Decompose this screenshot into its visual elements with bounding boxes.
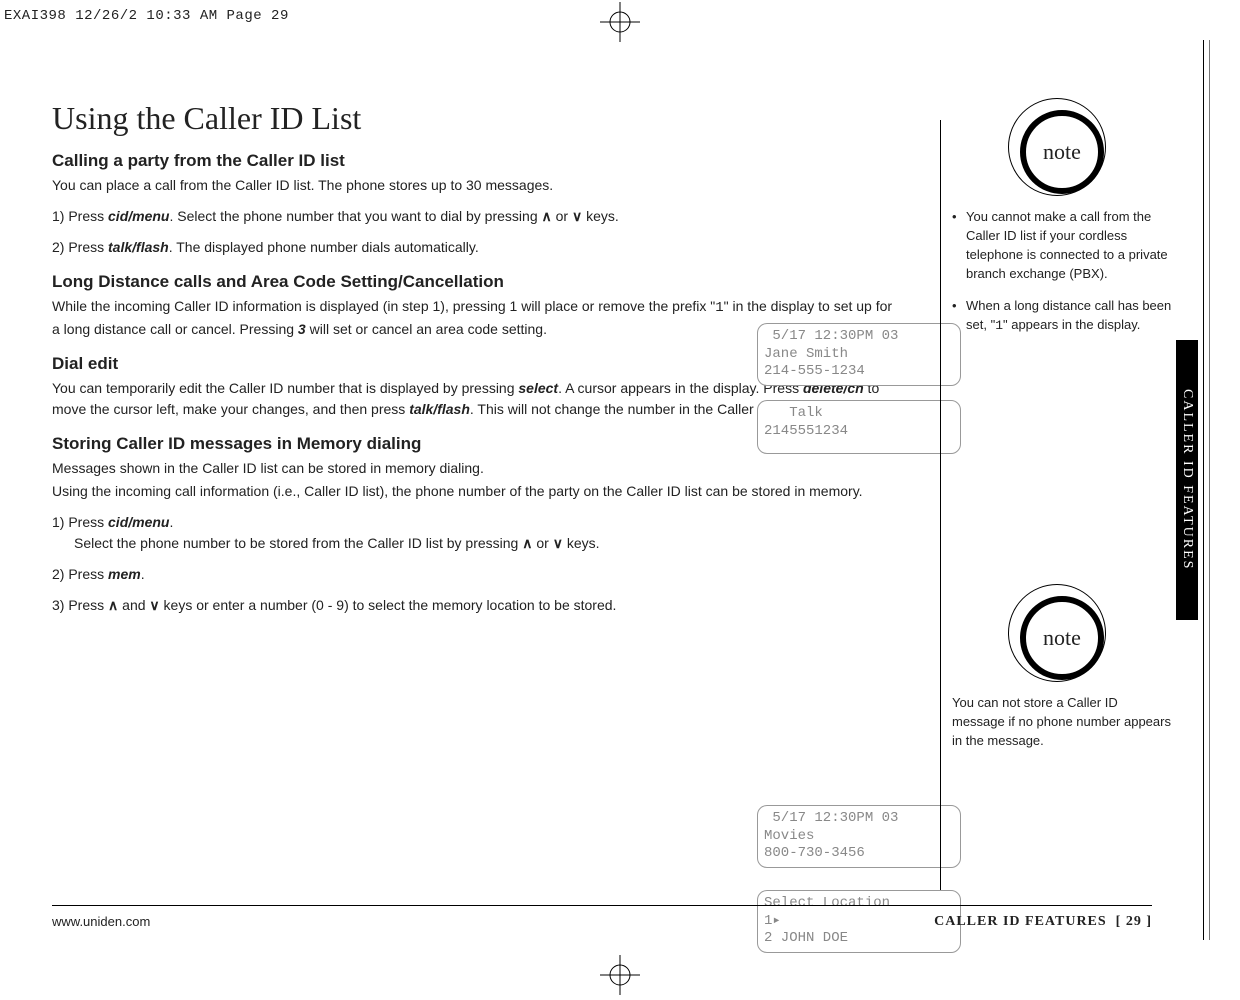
storing-step-2: 2) Press mem. [52,564,902,585]
down-arrow-icon: ∨ [553,535,563,551]
key-3: 3 [298,321,306,337]
glyph-one: 1 [715,300,723,316]
text: You can temporarily edit the Caller ID n… [52,380,518,396]
bullet-icon: • [952,208,966,283]
note-text: You cannot make a call from the Caller I… [966,208,1172,283]
footer-section-name: CALLER ID FEATURES [934,914,1107,929]
text: 1) Press [52,514,108,530]
section-calling-heading: Calling a party from the Caller ID list [52,151,902,171]
lcd-line: Movies [764,828,814,844]
note-text: When a long distance call has been set, … [966,297,1172,336]
page-footer: www.uniden.com CALLER ID FEATURES [ 29 ] [52,905,1152,930]
key-talk-flash: talk/flash [108,239,169,255]
note-list-1: •You cannot make a call from the Caller … [952,208,1172,336]
page-edge-rule [1203,40,1204,940]
text: 2) Press [52,566,108,582]
text: Select the phone number to be stored fro… [74,535,522,551]
down-arrow-icon: ∨ [149,597,159,613]
key-cid-menu: cid/menu [108,208,169,224]
note-block-2: note You can not store a Caller ID messa… [952,596,1172,751]
text: will set or cancel an area code setting. [306,321,547,337]
section-longdistance-heading: Long Distance calls and Area Code Settin… [52,272,902,292]
key-cid-menu: cid/menu [108,514,169,530]
down-arrow-icon: ∨ [572,208,582,224]
main-content: Using the Caller ID List Calling a party… [52,100,902,626]
up-arrow-icon: ∧ [522,535,532,551]
sidebar-notes: note •You cannot make a call from the Ca… [952,110,1172,751]
section-storing-p1: Messages shown in the Caller ID list can… [52,458,902,479]
page: EXAI398 12/26/2 10:33 AM Page 29 Using t… [0,0,1240,1000]
key-talk-flash: talk/flash [409,401,470,417]
storing-step-1: 1) Press cid/menu. Select the phone numb… [52,512,902,554]
text: keys or enter a number (0 - 9) to select… [160,597,617,613]
lcd-line: 5/17 12:30PM 03 [764,810,898,826]
lcd-line: 2145551234 [764,423,848,439]
note-icon: note [1020,596,1104,680]
vertical-divider [940,120,941,890]
note-bullet: •When a long distance call has been set,… [952,297,1172,336]
key-select: select [518,380,558,396]
lcd-line: 800-730-3456 [764,845,865,861]
lcd-line: Talk [764,405,823,421]
text: 1) Press [52,208,108,224]
crop-mark-top-icon [600,2,640,45]
footer-url: www.uniden.com [52,914,150,930]
lcd-line: 214-555-1234 [764,363,865,379]
note-label: note [1043,139,1081,165]
lcd-screen-talk: Talk 2145551234 [757,400,961,454]
text: 2) Press [52,239,108,255]
footer-section-page: CALLER ID FEATURES [ 29 ] [934,914,1152,930]
section-tab: CALLER ID FEATURES [1176,340,1198,620]
lcd-line: Jane Smith [764,346,848,362]
section-storing-p2: Using the incoming call information (i.e… [52,481,902,502]
bullet-icon: • [952,297,966,336]
calling-step-2: 2) Press talk/flash. The displayed phone… [52,237,902,258]
page-edge-rule-outer [1209,40,1210,940]
section-calling-intro: You can place a call from the Caller ID … [52,175,902,196]
text: keys. [563,535,600,551]
note-text-2: You can not store a Caller ID message if… [952,694,1172,751]
print-job-header: EXAI398 12/26/2 10:33 AM Page 29 [4,8,289,24]
key-mem: mem [108,566,141,582]
text: While the incoming Caller ID information… [52,298,715,314]
up-arrow-icon: ∧ [108,597,118,613]
lcd-screen-movies: 5/17 12:30PM 03 Movies 800-730-3456 [757,805,961,868]
text: . [169,514,173,530]
crop-mark-bottom-icon [600,955,640,998]
glyph-one: 1 [995,318,1003,333]
lcd-line: 5/17 12:30PM 03 [764,328,898,344]
text: or [532,535,552,551]
storing-step-3: 3) Press ∧ and ∨ keys or enter a number … [52,595,902,616]
page-title: Using the Caller ID List [52,100,902,137]
lcd-line: 2 JOHN DOE [764,930,848,946]
text: " appears in the display. [1003,317,1140,332]
text: . The displayed phone number dials autom… [169,239,479,255]
footer-page-number: [ 29 ] [1116,914,1152,929]
text: . [141,566,145,582]
text: and [118,597,149,613]
text: or [552,208,572,224]
note-bullet: •You cannot make a call from the Caller … [952,208,1172,283]
note-icon: note [1020,110,1104,194]
lcd-screen-caller-info: 5/17 12:30PM 03 Jane Smith 214-555-1234 [757,323,961,386]
text: keys. [582,208,619,224]
text: 3) Press [52,597,108,613]
up-arrow-icon: ∧ [542,208,552,224]
calling-step-1: 1) Press cid/menu. Select the phone numb… [52,206,902,227]
note-label: note [1043,625,1081,651]
text: . Select the phone number that you want … [169,208,541,224]
